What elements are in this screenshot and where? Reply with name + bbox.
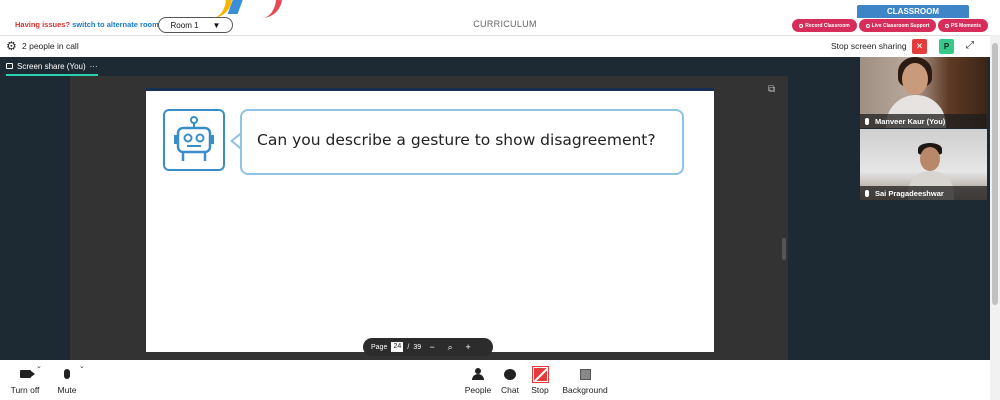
page-navigator: Page 24 / 39 − ⌕ + — [363, 338, 493, 356]
total-pages: 39 — [413, 343, 422, 351]
support-icon — [865, 23, 870, 28]
mute-button[interactable]: Mute — [52, 366, 82, 395]
meeting-app: Having issues? switch to alternate room … — [0, 0, 1000, 400]
record-classroom-button[interactable]: Record Classroom — [792, 19, 857, 32]
chat-label: Chat — [501, 385, 519, 395]
presenter-button[interactable]: P — [939, 39, 954, 54]
meeting-area: Screen share (You) ··· Can you describe … — [0, 57, 990, 360]
live-support-button[interactable]: Live Classroom Support — [859, 19, 936, 32]
screen-icon — [6, 63, 13, 69]
page-separator: / — [407, 343, 410, 351]
stop-sharing-label: Stop screen sharing — [831, 41, 907, 51]
people-button[interactable]: People — [462, 366, 494, 395]
stop-share-icon — [531, 365, 549, 383]
question-bubble: Can you describe a gesture to show disag… — [240, 109, 684, 175]
call-toolbar: Turn off ⌄ Mute ⌄ People Chat Stop Backg… — [0, 360, 990, 400]
participant-nametag: Manveer Kaur (You) — [860, 114, 987, 128]
people-icon — [472, 368, 484, 380]
record-classroom-label: Record Classroom — [805, 22, 850, 29]
camera-icon — [19, 370, 35, 378]
background-label: Background — [562, 385, 608, 395]
participant-name: Sai Pragadeeshwar — [875, 188, 944, 198]
participant-tile[interactable]: Manveer Kaur (You) — [860, 57, 987, 128]
participant-face — [902, 63, 928, 95]
logo-mark-red — [262, 0, 282, 18]
chevron-down-icon[interactable]: ⌄ — [36, 362, 42, 370]
top-bar: Having issues? switch to alternate room … — [0, 0, 1000, 34]
background-icon — [579, 368, 591, 380]
participant-tile[interactable]: Sai Pragadeeshwar — [860, 129, 987, 200]
call-header: ⚙ 2 people in call Stop screen sharing ✕… — [0, 35, 990, 57]
share-scroll-handle[interactable] — [782, 238, 786, 260]
share-tab-bar: Screen share (You) ··· — [0, 57, 990, 76]
mic-icon — [865, 189, 869, 197]
background-button[interactable]: Background — [560, 366, 610, 395]
classroom-label: CLASSROOM — [857, 5, 969, 18]
search-icon[interactable]: ⌕ — [443, 342, 457, 353]
chat-icon — [504, 368, 516, 380]
room-select[interactable]: Room 1 ▼ — [158, 17, 233, 33]
stop-label: Stop — [531, 385, 549, 395]
people-count: 2 people in call — [22, 41, 79, 51]
people-label: People — [464, 385, 492, 395]
page-scrollbar[interactable] — [990, 35, 1000, 400]
turn-off-camera-button[interactable]: Turn off — [8, 366, 42, 395]
participant-nametag: Sai Pragadeeshwar — [860, 186, 987, 200]
stop-share-button[interactable]: Stop — [528, 365, 552, 395]
mic-icon — [865, 117, 869, 125]
more-options-icon[interactable]: ··· — [90, 62, 98, 71]
section-title: CURRICULUM — [473, 19, 537, 29]
alternate-room-link[interactable]: switch to alternate room — [72, 20, 159, 29]
expand-icon[interactable]: ⤢ — [966, 40, 974, 51]
gear-icon[interactable]: ⚙ — [6, 40, 18, 52]
room-label: Room 1 — [170, 20, 199, 30]
popout-icon[interactable]: ⧉ — [768, 85, 778, 95]
zoom-out-button[interactable]: − — [425, 342, 439, 352]
live-support-label: Live Classroom Support — [871, 22, 930, 29]
record-icon — [799, 23, 804, 28]
question-text: Can you describe a gesture to show disag… — [257, 131, 656, 149]
page-label: Page — [371, 343, 388, 351]
issue-notice: Having issues? switch to alternate room — [15, 20, 159, 29]
zoom-in-button[interactable]: + — [461, 342, 475, 352]
ps-moments-button[interactable]: PS Moments — [938, 19, 988, 32]
tab-screen-share-label: Screen share (You) — [17, 61, 86, 71]
participant-face — [920, 147, 940, 171]
close-icon[interactable]: ✕ — [912, 39, 927, 54]
chevron-down-icon[interactable]: ⌄ — [79, 362, 85, 370]
mic-icon — [64, 369, 70, 379]
mute-label: Mute — [57, 385, 77, 395]
caret-down-icon: ▼ — [212, 20, 221, 30]
chat-button[interactable]: Chat — [498, 366, 522, 395]
ps-moments-label: PS Moments — [950, 22, 981, 29]
slide: Can you describe a gesture to show disag… — [146, 88, 714, 352]
robot-svg — [174, 116, 214, 161]
tab-screen-share[interactable]: Screen share (You) ··· — [6, 60, 98, 76]
moments-icon — [944, 23, 949, 28]
issue-text: Having issues? — [15, 20, 71, 29]
turn-off-label: Turn off — [10, 385, 40, 395]
participant-name: Manveer Kaur (You) — [875, 116, 946, 126]
scrollbar-thumb[interactable] — [992, 43, 998, 305]
robot-icon — [163, 109, 225, 171]
page-number-input[interactable]: 24 — [391, 342, 404, 352]
screen-share-view: Can you describe a gesture to show disag… — [70, 76, 788, 360]
